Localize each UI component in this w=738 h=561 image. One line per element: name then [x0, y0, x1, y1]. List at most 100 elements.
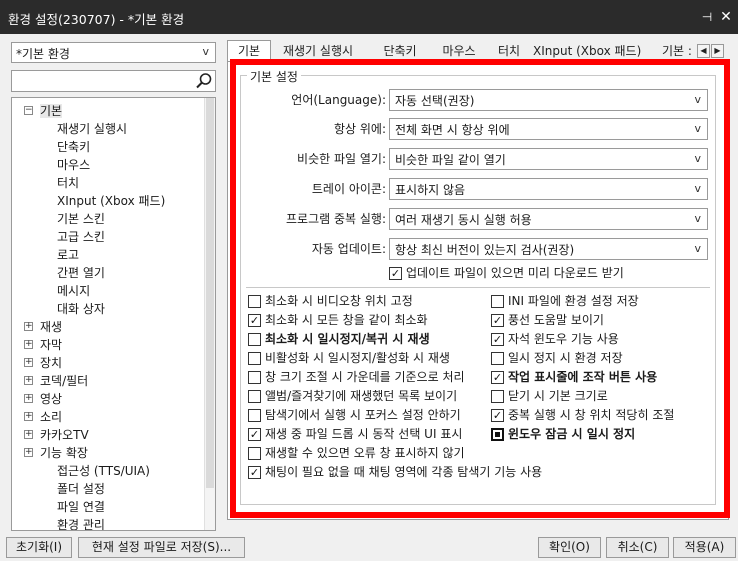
tree-item[interactable]: 파일 연결 — [57, 498, 105, 516]
checkbox-box[interactable] — [248, 294, 261, 308]
setting-dropdown[interactable]: 항상 최신 버전이 있는지 검사(권장) v — [389, 238, 708, 260]
checkbox-box[interactable] — [491, 351, 504, 365]
checkbox-box[interactable]: ✓ — [491, 370, 504, 384]
search-input[interactable] — [11, 70, 216, 92]
tree-item[interactable]: + 카카오TV — [24, 426, 89, 444]
tree-item[interactable]: 기본 스킨 — [57, 210, 105, 228]
expand-icon[interactable]: + — [24, 376, 33, 385]
tree-item[interactable]: 로고 — [57, 246, 79, 264]
checkbox-box[interactable] — [248, 332, 261, 346]
option-checkbox[interactable]: ✓ 자석 윈도우 기능 사용 — [491, 330, 619, 348]
option-checkbox[interactable]: 창 크기 조절 시 가운데를 기준으로 처리 — [248, 368, 465, 386]
option-checkbox[interactable]: ✓ 최소화 시 모든 창을 같이 최소화 — [248, 311, 428, 329]
scrollbar-thumb[interactable] — [206, 98, 214, 488]
apply-button[interactable]: 적용(A) — [673, 537, 736, 558]
option-checkbox[interactable]: 앨범/즐겨찾기에 재생했던 목록 보이기 — [248, 387, 457, 405]
checkbox-box[interactable]: ✓ — [491, 408, 504, 422]
setting-dropdown[interactable]: 비슷한 파일 같이 열기 v — [389, 148, 708, 170]
expand-icon[interactable]: + — [24, 358, 33, 367]
checkbox-box[interactable] — [248, 351, 261, 365]
expand-icon[interactable]: + — [24, 448, 33, 457]
tab[interactable]: 마우스 — [432, 42, 486, 62]
setting-dropdown[interactable]: 여러 재생기 동시 실행 허용 v — [389, 208, 708, 230]
update-download-checkbox[interactable]: ✓ 업데이트 파일이 있으면 미리 다운로드 받기 — [389, 264, 624, 282]
tree-item[interactable]: 터치 — [57, 174, 79, 192]
tree-item[interactable]: 환경 관리 — [57, 516, 105, 530]
tab-scroll-right-icon[interactable]: ▶ — [711, 44, 724, 58]
option-checkbox[interactable]: INI 파일에 환경 설정 저장 — [491, 292, 639, 310]
option-checkbox[interactable]: ✓ 중복 실행 시 창 위치 적당히 조절 — [491, 406, 674, 424]
search-icon[interactable] — [195, 72, 213, 90]
tree-item[interactable]: 접근성 (TTS/UIA) — [57, 462, 150, 480]
tree-item[interactable]: 메시지 — [57, 282, 90, 300]
option-checkbox[interactable]: 일시 정지 시 환경 저장 — [491, 349, 623, 367]
tab-scroll-left-icon[interactable]: ◀ — [697, 44, 710, 58]
checkbox-box[interactable] — [248, 408, 261, 422]
pin-icon[interactable]: ⊣ — [698, 9, 716, 25]
option-checkbox[interactable]: ✓ 채팅이 필요 없을 때 채팅 영역에 각종 탐색기 기능 사용 — [248, 463, 542, 481]
tree-item[interactable]: 대화 상자 — [57, 300, 105, 318]
expand-icon[interactable]: + — [24, 412, 33, 421]
tab[interactable]: 기본 : — [658, 42, 696, 62]
tree-item[interactable]: 재생기 실행시 — [57, 120, 127, 138]
tab[interactable]: 기본 — [227, 40, 271, 62]
tree-item[interactable]: + 장치 — [24, 354, 62, 372]
checkbox-box[interactable]: ✓ — [248, 465, 261, 479]
tree-item[interactable]: + 기능 확장 — [24, 444, 88, 462]
checkbox-box[interactable]: ✓ — [491, 332, 504, 346]
checkbox-box[interactable] — [491, 294, 504, 308]
option-checkbox[interactable]: 윈도우 잠금 시 일시 정지 — [491, 425, 635, 443]
expand-icon[interactable]: + — [24, 394, 33, 403]
tree-item[interactable]: + 코덱/필터 — [24, 372, 88, 390]
checkbox-box[interactable] — [248, 389, 261, 403]
tree-item[interactable]: + 자막 — [24, 336, 62, 354]
checkbox-box[interactable]: ✓ — [248, 313, 261, 327]
tree-item[interactable]: XInput (Xbox 패드) — [57, 192, 165, 210]
close-icon[interactable]: ✕ — [717, 9, 735, 25]
tree-item[interactable]: + 영상 — [24, 390, 62, 408]
checkbox-box[interactable]: ✓ — [248, 427, 261, 441]
tree-item[interactable]: 마우스 — [57, 156, 90, 174]
option-checkbox[interactable]: ✓ 재생 중 파일 드롭 시 동작 선택 UI 표시 — [248, 425, 462, 443]
option-checkbox[interactable]: ✓ 작업 표시줄에 조작 버튼 사용 — [491, 368, 657, 386]
option-checkbox[interactable]: 탐색기에서 실행 시 포커스 설정 안하기 — [248, 406, 461, 424]
checkbox-box[interactable] — [248, 370, 261, 384]
tab[interactable]: 재생기 실행시 — [277, 42, 359, 62]
save-settings-file-button[interactable]: 현재 설정 파일로 저장(S)... — [78, 537, 245, 558]
expand-icon[interactable]: + — [24, 430, 33, 439]
tab[interactable]: XInput (Xbox 패드) — [533, 42, 641, 62]
option-checkbox[interactable]: 비활성화 시 일시정지/활성화 시 재생 — [248, 349, 450, 367]
expand-icon[interactable]: + — [24, 322, 33, 331]
tree-item[interactable]: + 재생 — [24, 318, 62, 336]
expand-icon[interactable]: + — [24, 340, 33, 349]
setting-dropdown[interactable]: 표시하지 않음 v — [389, 178, 708, 200]
setting-dropdown[interactable]: 전체 화면 시 항상 위에 v — [389, 118, 708, 140]
tab[interactable]: 터치 — [489, 42, 529, 62]
option-checkbox[interactable]: 닫기 시 기본 크기로 — [491, 387, 608, 405]
tree-item[interactable]: + 소리 — [24, 408, 62, 426]
tree-item[interactable]: 단축키 — [57, 138, 90, 156]
checkbox-box[interactable] — [491, 427, 504, 441]
tree-item[interactable]: 간편 열기 — [57, 264, 105, 282]
reset-button[interactable]: 초기화(I) — [6, 537, 72, 558]
option-checkbox[interactable]: 최소화 시 비디오창 위치 고정 — [248, 292, 413, 310]
tree-scrollbar[interactable] — [204, 98, 215, 530]
checkbox-box[interactable]: ✓ — [389, 266, 402, 280]
option-checkbox[interactable]: ✓ 풍선 도움말 보이기 — [491, 311, 604, 329]
preset-select[interactable]: *기본 환경 v — [11, 42, 216, 63]
tree-item[interactable]: 폴더 설정 — [57, 480, 105, 498]
checkbox-box[interactable] — [491, 389, 504, 403]
setting-dropdown[interactable]: 자동 선택(권장) v — [389, 89, 708, 111]
collapse-icon[interactable]: − — [24, 106, 33, 115]
tree-item[interactable]: 고급 스킨 — [57, 228, 105, 246]
tab[interactable]: 단축키 — [371, 42, 429, 62]
tree-item[interactable]: − 기본 — [24, 102, 63, 120]
ok-button[interactable]: 확인(O) — [538, 537, 601, 558]
settings-tree[interactable]: − 기본 재생기 실행시 단축키 마우스 터치 XInput (Xbox 패드) 기본 스킨 고… — [11, 97, 216, 531]
checkbox-box[interactable]: ✓ — [491, 313, 504, 327]
checkbox-box[interactable] — [248, 446, 261, 460]
option-checkbox[interactable]: 재생할 수 있으면 오류 창 표시하지 않기 — [248, 444, 465, 462]
option-checkbox[interactable]: 최소화 시 일시정지/복귀 시 재생 — [248, 330, 430, 348]
cancel-button[interactable]: 취소(C) — [606, 537, 669, 558]
checkbox-label: 닫기 시 기본 크기로 — [508, 389, 608, 403]
